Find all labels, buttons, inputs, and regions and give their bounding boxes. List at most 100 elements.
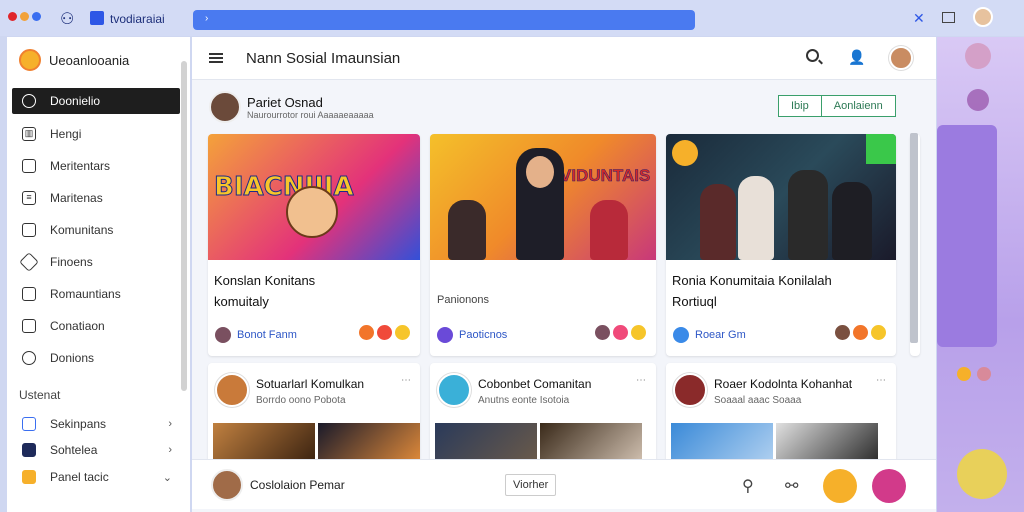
card-thumbnail[interactable]: BIACNIIIA (208, 134, 420, 260)
maximize-dot-icon[interactable] (32, 12, 41, 21)
content-scrollbar[interactable] (910, 133, 918, 343)
card-title: Sotuarlarl Komulkan (256, 377, 365, 391)
screen-light (866, 134, 896, 164)
author-avatar[interactable] (209, 91, 241, 123)
person-figure (832, 182, 872, 260)
tag-icon (19, 252, 39, 272)
sidebar-item-romauntians[interactable]: Romauntians (12, 281, 180, 307)
profile-avatar[interactable] (973, 7, 993, 27)
card-footer[interactable]: Bonot Fanm (215, 327, 297, 343)
chevron-down-icon: ⌄ (162, 471, 172, 484)
main-content: Nann Sosial Imaunsian 👤 Pariet Osnad Nau… (192, 37, 936, 512)
user-name[interactable]: Coslolaion Pemar (250, 478, 345, 492)
chevron-right-icon: › (168, 444, 172, 456)
more-icon[interactable]: ⋯ (876, 375, 886, 386)
card-photo[interactable] (213, 423, 315, 463)
hamburger-menu-icon[interactable] (209, 53, 223, 63)
card-photo[interactable] (671, 423, 773, 463)
more-icon[interactable]: ⋯ (636, 375, 646, 386)
bar-chart-icon: ▥ (22, 127, 36, 141)
sidebar-item-donions[interactable]: Donions (12, 345, 180, 371)
user-add-icon[interactable]: 👤 (848, 49, 865, 66)
badge-button-icon[interactable] (823, 469, 857, 503)
person-icon (967, 89, 989, 111)
reaction-icons[interactable] (594, 324, 647, 341)
person-figure (738, 176, 774, 260)
card-photo[interactable] (776, 423, 878, 463)
search-icon[interactable] (806, 49, 819, 62)
yellow-square-icon (22, 470, 36, 484)
sidebar-item-panel-tacic[interactable]: Panel tacic ⌄ (12, 464, 180, 490)
source-avatar (673, 327, 689, 343)
cartoon-face (286, 186, 338, 238)
ibip-button[interactable]: Ibip (778, 95, 822, 117)
person-figure (700, 184, 736, 260)
close-dot-icon[interactable] (8, 12, 17, 21)
sidebar-scrollbar[interactable] (181, 61, 187, 391)
user-avatar[interactable] (211, 469, 243, 501)
author-avatar[interactable] (215, 373, 249, 407)
card-photo[interactable] (540, 423, 642, 463)
sidebar-item-doonielio[interactable]: Doonielio (12, 88, 180, 114)
more-icon[interactable]: ⋯ (401, 375, 411, 386)
post-card-3[interactable]: Ronia Konumitaia Konilalah Rortiuql Roear… (666, 134, 896, 356)
sidebar-item-maritenas[interactable]: ≡ Maritenas (12, 185, 180, 211)
card-thumbnail[interactable]: VIDUNTAIS (430, 134, 656, 260)
reaction-icon (957, 367, 971, 381)
window-controls[interactable] (8, 12, 41, 21)
author-avatar[interactable] (673, 373, 707, 407)
card-photo[interactable] (318, 423, 420, 463)
sidebar-item-hengi[interactable]: ▥ Hengi (12, 121, 180, 147)
fork-icon[interactable]: ⚇ (60, 9, 74, 29)
arrow-icon: › (205, 13, 209, 24)
card-footer[interactable]: Roear Gm (673, 327, 746, 343)
grid-icon (22, 417, 36, 431)
person-figure (590, 200, 628, 260)
avatar[interactable] (889, 46, 913, 70)
author-name[interactable]: Pariet Osnad (247, 95, 323, 110)
close-icon[interactable]: ✕ (913, 10, 925, 27)
side-panel (937, 125, 997, 347)
sidebar-item-sekinpans[interactable]: Sekinpans › (12, 411, 180, 437)
sidebar-item-komunitans[interactable]: Komunitans (12, 217, 180, 243)
emoji-icon (957, 449, 1007, 499)
post-card-5[interactable]: Cobonbet Comanitan Anutns eonte Isotoia … (430, 363, 656, 463)
post-card-6[interactable]: Roaer Kodolnta Kohanhat Soaaal aaac Soaa… (666, 363, 896, 463)
sidebar-item-conatiaon[interactable]: Conatiaon (12, 313, 180, 339)
tab-title[interactable]: tvodiaraiai (110, 12, 165, 26)
aonlaienn-button[interactable]: Aonlaienn (821, 95, 896, 117)
app-title: Ueoanlooania (49, 53, 130, 68)
profile-round-icon[interactable] (872, 469, 906, 503)
info-icon (22, 351, 36, 365)
window-icon[interactable] (942, 12, 955, 23)
sidebar: Ueoanlooania Doonielio ▥ Hengi Meritentar… (7, 37, 190, 512)
viorher-button[interactable]: Viorher (505, 474, 557, 496)
address-bar[interactable]: › (193, 10, 695, 30)
sidebar-item-finoens[interactable]: Finoens (12, 249, 180, 275)
post-card-4[interactable]: Sotuarlarl Komulkan Borrdo oono Pobota ⋯ (208, 363, 420, 463)
group-icon[interactable]: ⚯ (785, 476, 798, 496)
card-thumbnail[interactable] (666, 134, 896, 260)
person-icon[interactable]: ⚲ (742, 476, 754, 496)
card-footer[interactable]: Paoticnos (437, 327, 507, 343)
bottom-bar: Coslolaion Pemar Viorher ⚲ ⚯ (192, 459, 936, 509)
author-avatar[interactable] (437, 373, 471, 407)
card-title: Cobonbet Comanitan (478, 377, 592, 391)
document-icon (22, 159, 36, 173)
minimize-dot-icon[interactable] (20, 12, 29, 21)
post-actions: Ibip Aonlaienn (778, 95, 896, 117)
person-face (526, 156, 554, 188)
avatar (965, 43, 991, 69)
card-title: Ronia Konumitaia Konilalah Rortiuql (672, 273, 832, 309)
sidebar-item-meritentars[interactable]: Meritentars (12, 153, 180, 179)
badge-icon (672, 140, 698, 166)
source-avatar (215, 327, 231, 343)
app-logo-icon (19, 49, 41, 71)
reaction-icons[interactable] (358, 324, 411, 341)
reaction-icons[interactable] (834, 324, 887, 341)
post-card-2[interactable]: VIDUNTAIS Panionons Paoticnos (430, 134, 656, 356)
card-photo[interactable] (435, 423, 537, 463)
sidebar-item-sohtelea[interactable]: Sohtelea › (12, 437, 180, 463)
post-card-1[interactable]: BIACNIIIA Konslan Konitans komuitaly Bono… (208, 134, 420, 356)
card-subtitle: Borrdo oono Pobota (256, 395, 346, 406)
